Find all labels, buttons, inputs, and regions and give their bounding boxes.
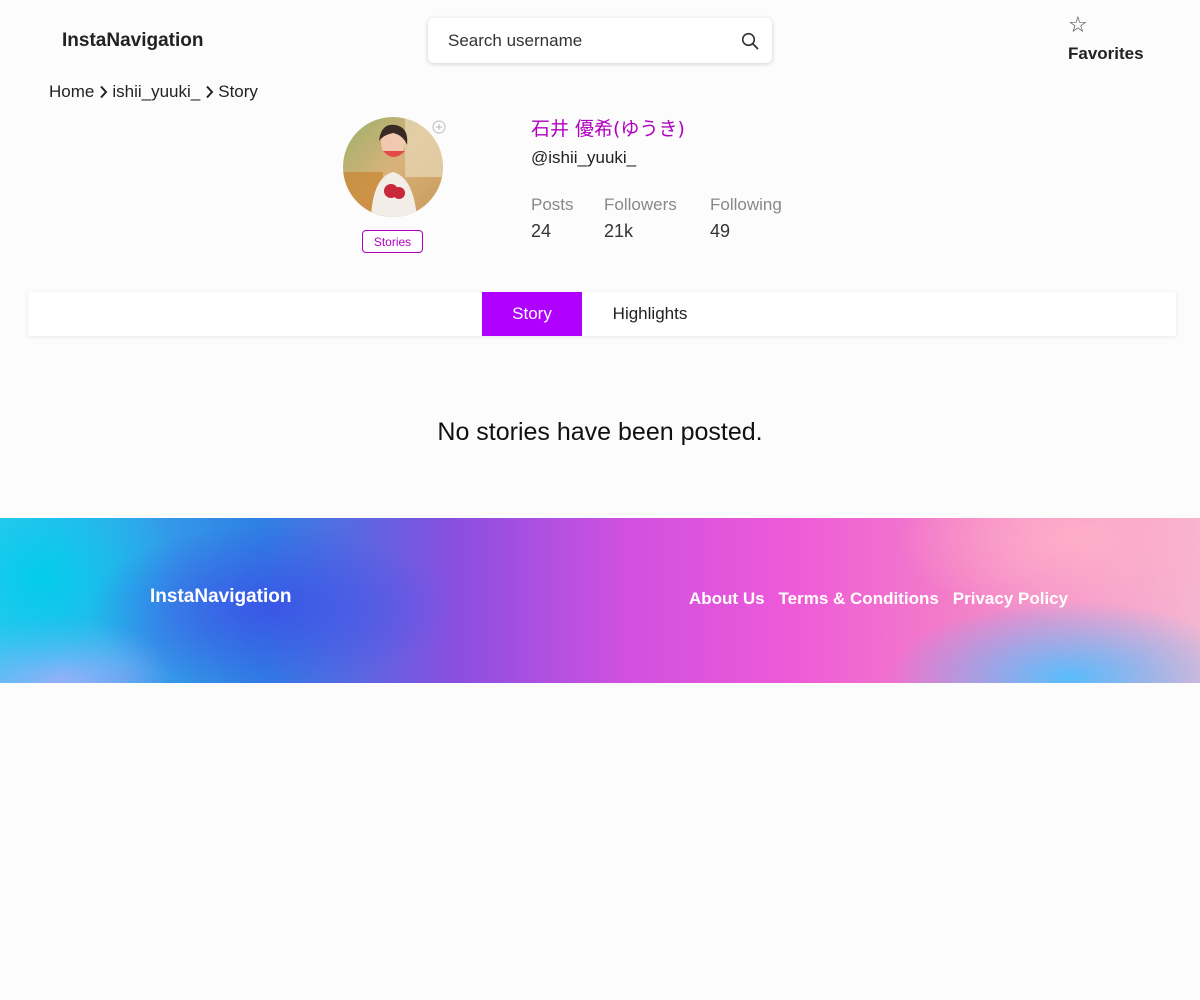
stat-following: Following 49 — [710, 195, 782, 242]
footer-link-about-us[interactable]: About Us — [689, 589, 765, 609]
stat-value: 49 — [710, 221, 731, 241]
favorites-button[interactable]: ☆ Favorites — [1068, 14, 1144, 64]
search-box[interactable] — [428, 18, 772, 63]
stat-followers: Followers 21k — [604, 195, 677, 242]
profile-username: @ishii_yuuki_ — [531, 148, 637, 167]
header: InstaNavigation ☆ Favorites — [0, 0, 1200, 80]
tab-highlights[interactable]: Highlights — [598, 292, 702, 336]
favorites-label: Favorites — [1068, 44, 1144, 63]
chevron-right-icon — [204, 85, 214, 99]
empty-state-message: No stories have been posted. — [437, 418, 763, 446]
search-input[interactable] — [448, 30, 740, 51]
breadcrumb-home[interactable]: Home — [49, 82, 94, 102]
footer-links: About Us Terms & Conditions Privacy Poli… — [689, 589, 1082, 609]
star-outline-icon[interactable]: ☆ — [1068, 14, 1088, 38]
stat-value: 24 — [531, 221, 552, 241]
footer-link-privacy[interactable]: Privacy Policy — [953, 589, 1068, 609]
breadcrumb: Home ishii_yuuki_ Story — [49, 82, 258, 102]
add-circle-icon[interactable] — [432, 120, 446, 134]
breadcrumb-current: Story — [218, 82, 258, 101]
stories-button[interactable]: Stories — [362, 230, 423, 253]
footer: InstaNavigation About Us Terms & Conditi… — [0, 518, 1200, 683]
stat-value: 21k — [604, 221, 634, 241]
stat-label: Posts — [531, 195, 574, 214]
stat-label: Following — [710, 195, 782, 214]
stat-posts: Posts 24 — [531, 195, 574, 242]
profile-full-name: 石井 優希(ゆうき) — [531, 118, 685, 140]
breadcrumb-profile[interactable]: ishii_yuuki_ — [112, 82, 200, 102]
chevron-right-icon — [98, 85, 108, 99]
footer-link-terms[interactable]: Terms & Conditions — [779, 589, 939, 609]
footer-brand-link[interactable]: InstaNavigation — [150, 586, 291, 608]
stat-label: Followers — [604, 195, 677, 214]
tab-bar: Story Highlights — [28, 292, 1176, 336]
search-icon[interactable] — [740, 31, 760, 51]
avatar[interactable] — [343, 117, 443, 217]
brand-logo-link[interactable]: InstaNavigation — [62, 30, 203, 52]
tab-story[interactable]: Story — [482, 292, 582, 336]
